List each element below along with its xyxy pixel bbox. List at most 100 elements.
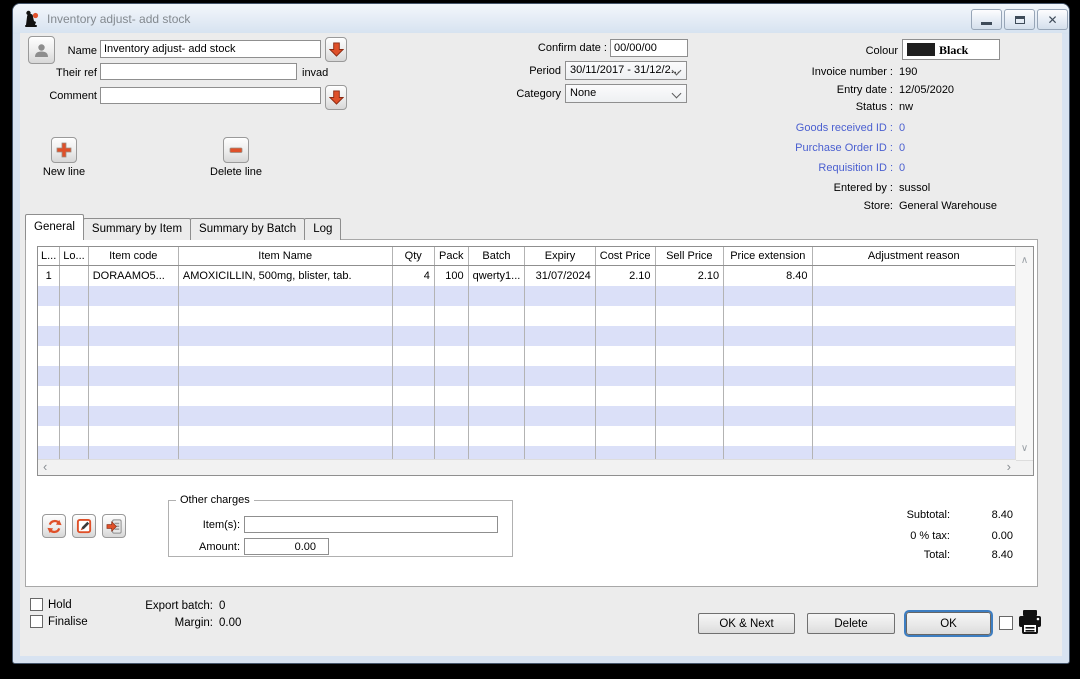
cell-batch [468,286,525,306]
tab-summary-by-batch[interactable]: Summary by Batch [190,218,305,240]
cell-adjustment-reason [812,326,1015,346]
their-ref-input[interactable] [100,63,297,80]
other-charges-amount-input[interactable] [244,538,329,555]
column-header[interactable]: Pack [434,247,468,266]
vertical-scrollbar[interactable]: ∧ ∨ [1015,247,1033,460]
delete-button[interactable]: Delete [807,613,895,634]
new-line-label: New line [30,166,98,178]
info-value: nw [899,101,913,113]
info-row-5: Requisition ID : 0 [700,162,1060,174]
period-select[interactable]: 30/11/2017 - 31/12/2... [565,61,687,80]
cell-batch [468,446,525,460]
ok-button[interactable]: OK [906,612,991,635]
import-lines-button[interactable] [102,514,126,538]
info-label[interactable]: Requisition ID : [700,162,893,174]
table-empty-row [38,426,1016,446]
refresh-button[interactable] [42,514,66,538]
cell-cost-price [595,326,655,346]
screen: Inventory adjust- add stock ✕ Name Their… [0,0,1080,679]
column-header[interactable]: L... [38,247,60,266]
column-header[interactable]: Item code [88,247,178,266]
column-header[interactable]: Adjustment reason [812,247,1015,266]
info-value[interactable]: 0 [899,142,905,154]
column-header[interactable]: Cost Price [595,247,655,266]
cell-adjustment-reason [812,406,1015,426]
info-label[interactable]: Goods received ID : [700,122,893,134]
cell-adjustment-reason [812,366,1015,386]
category-select[interactable]: None [565,84,687,103]
titlebar[interactable]: Inventory adjust- add stock ✕ [13,4,1069,34]
column-header[interactable]: Item Name [178,247,392,266]
chevron-right-icon[interactable]: › [1007,460,1011,474]
cell-lo- [60,266,88,287]
cell-l- [38,386,60,406]
total-row-1: 0 % tax:0.00 [810,530,1013,542]
cell-item-code [88,346,178,366]
print-checkbox[interactable] [999,616,1013,630]
colour-swatch [907,43,935,56]
down-arrow-icon [329,41,344,58]
finalise-checkbox[interactable] [30,615,43,628]
cell-pack [434,346,468,366]
confirm-date-input[interactable] [610,39,688,57]
tab-summary-by-item[interactable]: Summary by Item [83,218,191,240]
hold-checkbox[interactable] [30,598,43,611]
cell-item-code [88,286,178,306]
cell-qty [392,386,434,406]
delete-line-button[interactable] [223,137,249,163]
cell-sell-price [655,286,724,306]
column-header[interactable]: Price extension [724,247,812,266]
name-dropdown-button[interactable] [325,37,347,62]
margin-label: Margin: [120,617,213,629]
cell-expiry [525,366,595,386]
info-value[interactable]: 0 [899,122,905,134]
other-charges-title: Other charges [176,494,254,506]
cell-cost-price [595,366,655,386]
horizontal-scrollbar[interactable]: ‹ › [38,459,1016,475]
tab-log[interactable]: Log [304,218,341,240]
cell-l- [38,406,60,426]
column-header[interactable]: Batch [468,247,525,266]
info-label[interactable]: Purchase Order ID : [700,142,893,154]
cell-expiry: 31/07/2024 [525,266,595,287]
cell-sell-price [655,366,724,386]
new-line-button[interactable] [51,137,77,163]
info-row-6: Entered by :sussol [700,182,1060,194]
info-label: Status : [700,101,893,113]
column-header[interactable]: Sell Price [655,247,724,266]
cell-item-name [178,326,392,346]
total-value: 8.40 [953,509,1013,521]
cell-item-name [178,446,392,460]
cell-item-name [178,346,392,366]
table-empty-row [38,386,1016,406]
close-button[interactable]: ✕ [1037,9,1068,30]
edit-button[interactable] [72,514,96,538]
column-header[interactable]: Lo... [60,247,88,266]
cell-lo- [60,426,88,446]
printer-icon[interactable] [1017,608,1043,636]
chevron-left-icon[interactable]: ‹ [43,460,47,474]
cell-batch [468,306,525,326]
other-charges-items-input[interactable] [244,516,498,533]
cell-expiry [525,326,595,346]
column-header[interactable]: Qty [392,247,434,266]
chevron-down-icon[interactable]: ∨ [1016,443,1033,454]
comment-dropdown-button[interactable] [325,85,347,110]
msupply-logo-icon [22,9,42,29]
colour-select[interactable]: Black [902,39,1000,60]
plus-icon [56,142,72,158]
cell-sell-price [655,386,724,406]
cell-expiry [525,426,595,446]
name-input[interactable] [100,40,321,58]
column-header[interactable]: Expiry [525,247,595,266]
info-value[interactable]: 0 [899,162,905,174]
tab-general[interactable]: General [25,214,84,240]
maximize-button[interactable] [1004,9,1035,30]
table-row[interactable]: 1DORAAMO5...AMOXICILLIN, 500mg, blister,… [38,266,1016,287]
minimize-button[interactable] [971,9,1002,30]
ok-next-button[interactable]: OK & Next [698,613,795,634]
comment-input[interactable] [100,87,321,104]
confirm-date-label: Confirm date : [500,42,607,54]
info-row-3: Goods received ID : 0 [700,122,1060,134]
chevron-up-icon[interactable]: ∧ [1016,255,1033,266]
